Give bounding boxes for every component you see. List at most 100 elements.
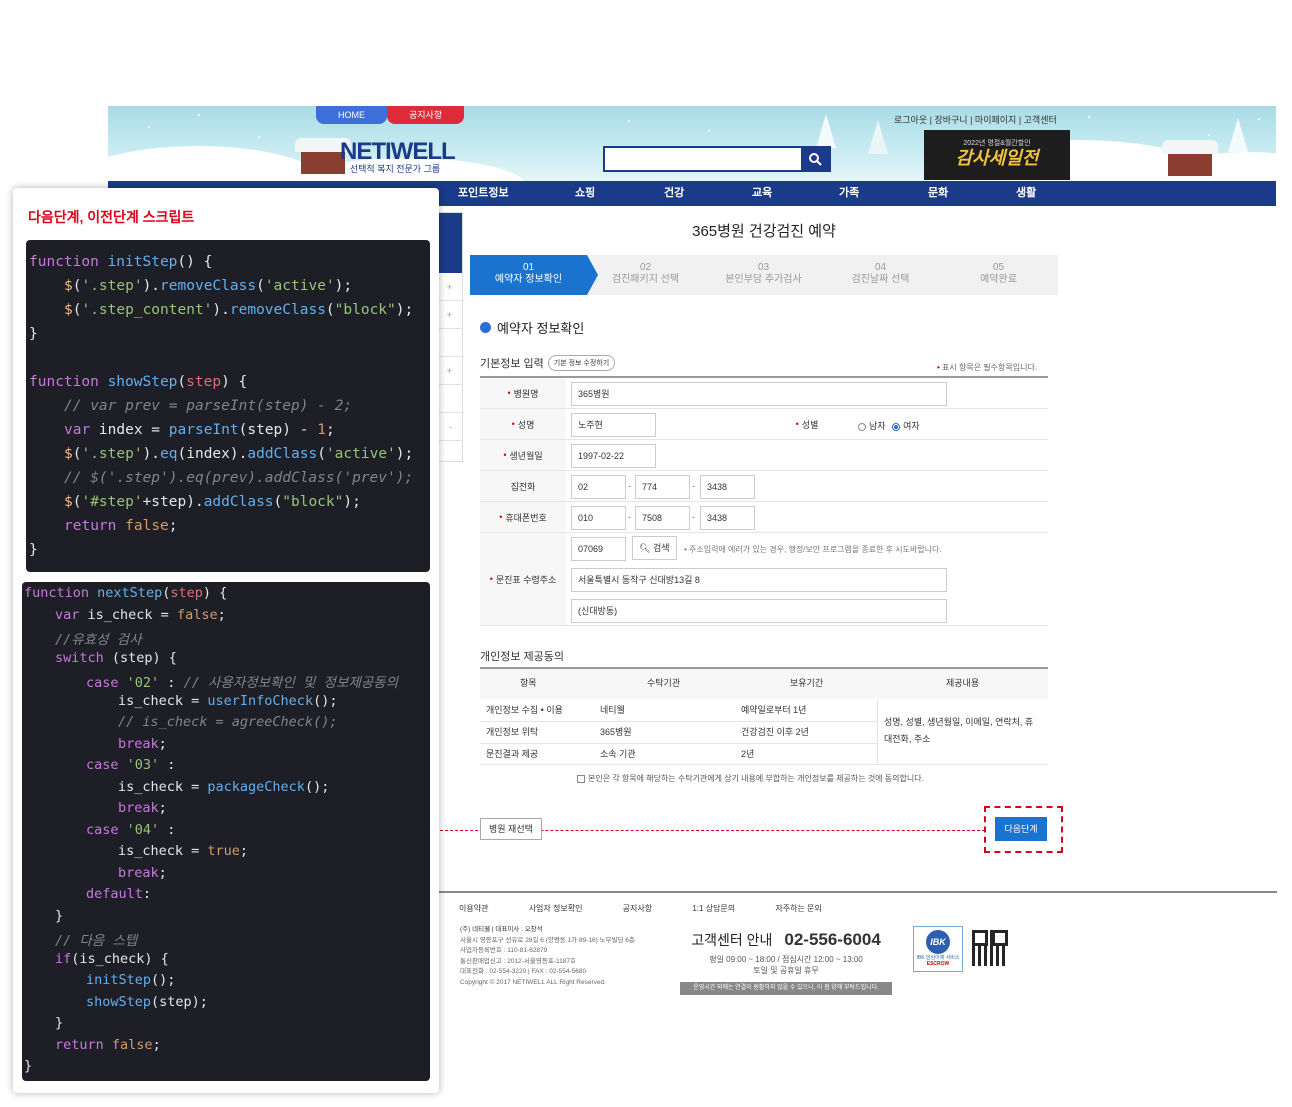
table-cell: 소속 기관 bbox=[600, 749, 636, 759]
home-phone-2[interactable]: 774 bbox=[635, 475, 690, 499]
footer-link-faq[interactable]: 자주하는 문의 bbox=[775, 904, 821, 913]
nav-shopping[interactable]: 쇼핑 bbox=[575, 181, 595, 206]
sale-banner[interactable]: 2022년 명절&월간할인 감사세일전 bbox=[924, 130, 1070, 180]
footer-link-inquiry[interactable]: 1:1 상담문의 bbox=[692, 904, 735, 913]
cs-notice-bar: 운영시간 외에는 연결이 원활하지 않을 수 있으니, 이 점 양해 부탁드립니… bbox=[680, 982, 892, 995]
step-2: 02 검진패키지 선택 bbox=[587, 255, 704, 295]
step-4: 04 검진날짜 선택 bbox=[822, 255, 939, 295]
edit-info-button[interactable]: 기본 정보 수정하기 bbox=[547, 355, 616, 371]
cs-phone: 02-556-6004 bbox=[784, 930, 881, 949]
panel-title: 다음단계, 이전단계 스크립트 bbox=[28, 209, 195, 225]
search-input[interactable] bbox=[603, 146, 831, 172]
dash: - bbox=[628, 512, 631, 522]
table-cell: 개인정보 수집 • 이용 bbox=[486, 705, 563, 715]
banner-title: 감사세일전 bbox=[955, 148, 1039, 168]
dash: - bbox=[692, 481, 695, 491]
side-menu-item[interactable]: + bbox=[438, 301, 462, 329]
privacy-heading: 개인정보 제공동의 bbox=[480, 651, 565, 663]
page-title: 365병원 건강검진 예약 bbox=[692, 223, 836, 240]
footer-link-business[interactable]: 사업자 정보확인 bbox=[529, 904, 583, 913]
birth-field[interactable]: 1997-02-22 bbox=[571, 444, 656, 468]
search-icon[interactable] bbox=[801, 148, 829, 170]
nav-culture[interactable]: 문화 bbox=[928, 181, 948, 206]
side-menu-item[interactable]: + bbox=[438, 357, 462, 385]
hospital-label: • 병원명 bbox=[480, 378, 566, 408]
male-label: 남자 bbox=[869, 421, 886, 431]
banner-subtitle: 2022년 명절&월간할인 bbox=[963, 140, 1031, 147]
col-header: 제공내용 bbox=[946, 678, 980, 688]
top-util-links[interactable]: 로그아웃 | 장바구니 | 마이페이지 | 고객센터 bbox=[894, 113, 1057, 126]
site-logo[interactable]: NETIWELL 선택적 복지 전문가 그룹 bbox=[340, 138, 456, 175]
nav-education[interactable]: 교육 bbox=[752, 181, 772, 206]
cs-hours: 평일 09:00 ~ 18:00 / 점심시간 12:00 ~ 13:00 bbox=[709, 955, 863, 964]
table-header: 항목 수탁기관 보유기간 제공내용 bbox=[480, 669, 1048, 699]
home-phone-label: 집전화 bbox=[480, 471, 566, 501]
side-menu-item[interactable]: + bbox=[438, 273, 462, 301]
side-menu-item[interactable]: - bbox=[438, 413, 462, 441]
company-info: (주) 네티웰 | 대표이사 : 오창석 서울시 영등포구 선유로 28길 6 … bbox=[460, 926, 635, 986]
gender-female-radio[interactable] bbox=[892, 422, 901, 431]
logo-tagline: 선택적 복지 전문가 그룹 bbox=[349, 164, 441, 174]
mobile-3[interactable]: 3438 bbox=[700, 506, 755, 530]
nav-family[interactable]: 가족 bbox=[839, 181, 859, 206]
col-header: 항목 bbox=[520, 678, 537, 688]
address-line-2[interactable]: (신대방동) bbox=[571, 599, 947, 623]
reselect-hospital-button[interactable]: 병원 재선택 bbox=[480, 818, 542, 840]
step-num: 03 bbox=[757, 262, 770, 273]
table-cell: 문진결과 제공 bbox=[486, 749, 539, 759]
search-icon: 🔍︎ bbox=[639, 543, 651, 553]
section-title: 예약자 정보확인 bbox=[497, 321, 585, 336]
table-cell: 2년 bbox=[741, 749, 755, 759]
privacy-agree[interactable]: 본인은 각 항목에 해당하는 수탁기관에게 상기 내용에 부합하는 개인정보를 … bbox=[577, 773, 924, 784]
ibk-logo-icon: IBK bbox=[926, 930, 950, 954]
ibk-escrow: ESCROW bbox=[926, 961, 950, 967]
name-field[interactable]: 노주현 bbox=[571, 413, 656, 437]
nav-life[interactable]: 생활 bbox=[1016, 181, 1036, 206]
mobile-2[interactable]: 7508 bbox=[635, 506, 690, 530]
table-cell: 개인정보 위탁 bbox=[486, 727, 539, 737]
home-phone-3[interactable]: 3438 bbox=[700, 475, 755, 499]
side-menu-item[interactable] bbox=[438, 385, 462, 413]
step-num: 04 bbox=[874, 262, 887, 273]
tab-home[interactable]: HOME bbox=[316, 106, 387, 124]
footer-link-terms[interactable]: 이용약관 bbox=[459, 904, 488, 913]
next-step-button[interactable]: 다음단계 bbox=[995, 817, 1047, 841]
step-3: 03 본인부담 추가검사 bbox=[705, 255, 822, 295]
agree-checkbox[interactable] bbox=[577, 774, 585, 783]
address-label: • 문진표 수령주소 bbox=[480, 533, 566, 625]
nav-point-info[interactable]: 포인트정보 bbox=[458, 181, 509, 206]
nav-health[interactable]: 건강 bbox=[664, 181, 684, 206]
agree-text: 본인은 각 항목에 해당하는 수탁기관에게 상기 내용에 부합하는 개인정보를 … bbox=[588, 774, 924, 783]
privacy-table: 항목 수탁기관 보유기간 제공내용 개인정보 수집 • 이용 네티웰 예약일로부… bbox=[480, 667, 1048, 765]
code-block-next-step: function nextStep(step) { var is_check =… bbox=[22, 582, 430, 1081]
gender-male-radio[interactable] bbox=[858, 422, 866, 431]
code-block-init-show: function initStep() { $('.step').removeC… bbox=[26, 240, 430, 572]
tab-notice[interactable]: 공지사항 bbox=[387, 106, 465, 124]
step-5: 05 예약완료 bbox=[940, 255, 1057, 295]
address-search-button[interactable]: 🔍︎ 검색 bbox=[632, 536, 677, 560]
table-cell: 365병원 bbox=[600, 727, 632, 737]
mobile-label: • 휴대폰번호 bbox=[480, 502, 566, 532]
side-menu-item[interactable] bbox=[438, 329, 462, 357]
ibk-escrow-badge[interactable]: IBK IBK 안심이체 서비스 ESCROW bbox=[913, 926, 963, 972]
zip-field[interactable]: 07069 bbox=[571, 537, 626, 561]
logo-text: NETIWELL bbox=[340, 138, 456, 165]
required-note: • 표시 항목은 필수항목입니다. bbox=[937, 363, 1038, 372]
address-line-1[interactable]: 서울특별시 동작구 신대방13길 8 bbox=[571, 568, 947, 592]
step-label: 검진패키지 선택 bbox=[611, 274, 680, 285]
cs-title: 고객센터 안내 bbox=[691, 932, 773, 948]
bullet-dot-icon bbox=[480, 322, 491, 333]
step-label: 검진날짜 선택 bbox=[851, 274, 910, 285]
hospital-field[interactable]: 365병원 bbox=[571, 382, 947, 406]
footer-link-notice[interactable]: 공지사항 bbox=[623, 904, 652, 913]
step-num: 05 bbox=[992, 262, 1005, 273]
step-label: 예약완료 bbox=[980, 274, 1017, 285]
mobile-1[interactable]: 010 bbox=[571, 506, 626, 530]
footer-links: 이용약관 사업자 정보확인 공지사항 1:1 상담문의 자주하는 문의 bbox=[459, 903, 860, 914]
dash: - bbox=[628, 481, 631, 491]
home-phone-1[interactable]: 02 bbox=[571, 475, 626, 499]
step-label: 예약자 정보확인 bbox=[494, 274, 563, 285]
gender-label: • 성별 bbox=[764, 409, 850, 439]
side-menu-item[interactable] bbox=[438, 441, 462, 469]
female-label: 여자 bbox=[903, 421, 920, 431]
